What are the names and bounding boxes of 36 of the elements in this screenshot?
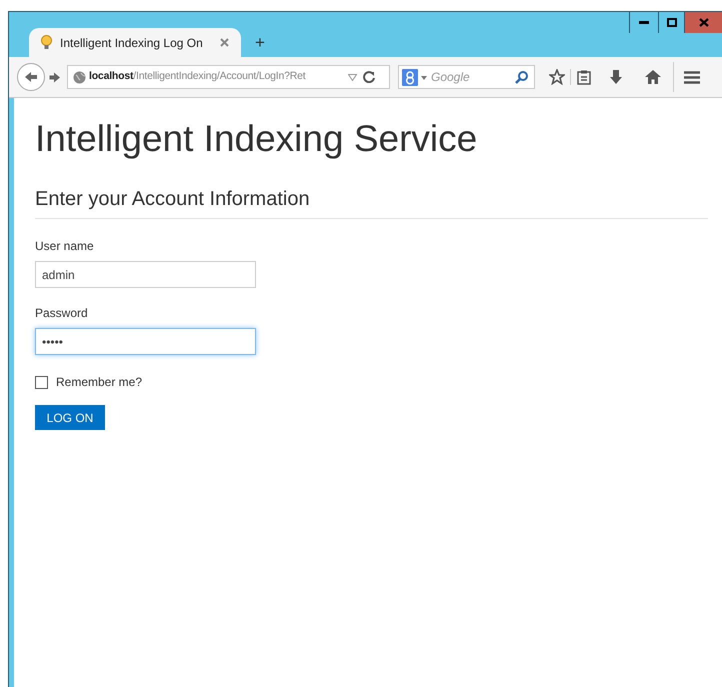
menu-icon[interactable] — [684, 70, 700, 84]
field-label: User name — [35, 238, 95, 256]
section-heading: Enter your Account Information — [35, 187, 311, 212]
close-icon[interactable] — [220, 38, 229, 47]
back-button[interactable] — [17, 63, 45, 91]
search-engine-icon[interactable] — [402, 68, 428, 86]
minimize-icon — [639, 20, 649, 24]
input-field[interactable]: ••••• — [35, 328, 256, 356]
maximize-button[interactable] — [658, 12, 684, 33]
browser-tab[interactable]: Intelligent Indexing Log On — [29, 28, 241, 57]
field-label: Password — [35, 305, 89, 322]
back-arrow-icon — [24, 71, 38, 83]
checkbox-label: Remember me? — [56, 374, 142, 392]
close-button[interactable] — [684, 12, 722, 33]
close-icon — [698, 18, 708, 27]
tab-title: Intelligent Indexing Log On — [60, 34, 203, 52]
checkbox[interactable] — [35, 376, 48, 389]
download-icon[interactable] — [609, 70, 623, 84]
new-tab-button[interactable]: + — [255, 34, 265, 51]
star-icon[interactable] — [549, 69, 565, 85]
page-title: Intelligent Indexing Service — [35, 117, 478, 161]
search-icon[interactable] — [515, 70, 528, 84]
globe-icon — [73, 70, 86, 84]
reload-icon[interactable] — [363, 71, 375, 83]
input-field[interactable]: admin — [35, 261, 256, 288]
clipboard-icon[interactable] — [577, 70, 591, 84]
address-bar[interactable]: localhost/IntelligentIndexing/Account/LogIn?Ret — [67, 65, 390, 89]
minimize-button[interactable] — [629, 12, 658, 33]
maximize-icon — [666, 18, 676, 27]
home-icon[interactable] — [645, 70, 661, 84]
url-text: localhost/IntelligentIndexing/Account/LogIn?Ret — [89, 69, 307, 84]
search-placeholder: Google — [431, 69, 470, 86]
lightbulb-icon — [41, 35, 52, 50]
log-on-button[interactable]: LOG ON — [35, 405, 105, 430]
dropdown-icon[interactable] — [348, 74, 357, 80]
forward-arrow-icon[interactable] — [49, 72, 61, 82]
